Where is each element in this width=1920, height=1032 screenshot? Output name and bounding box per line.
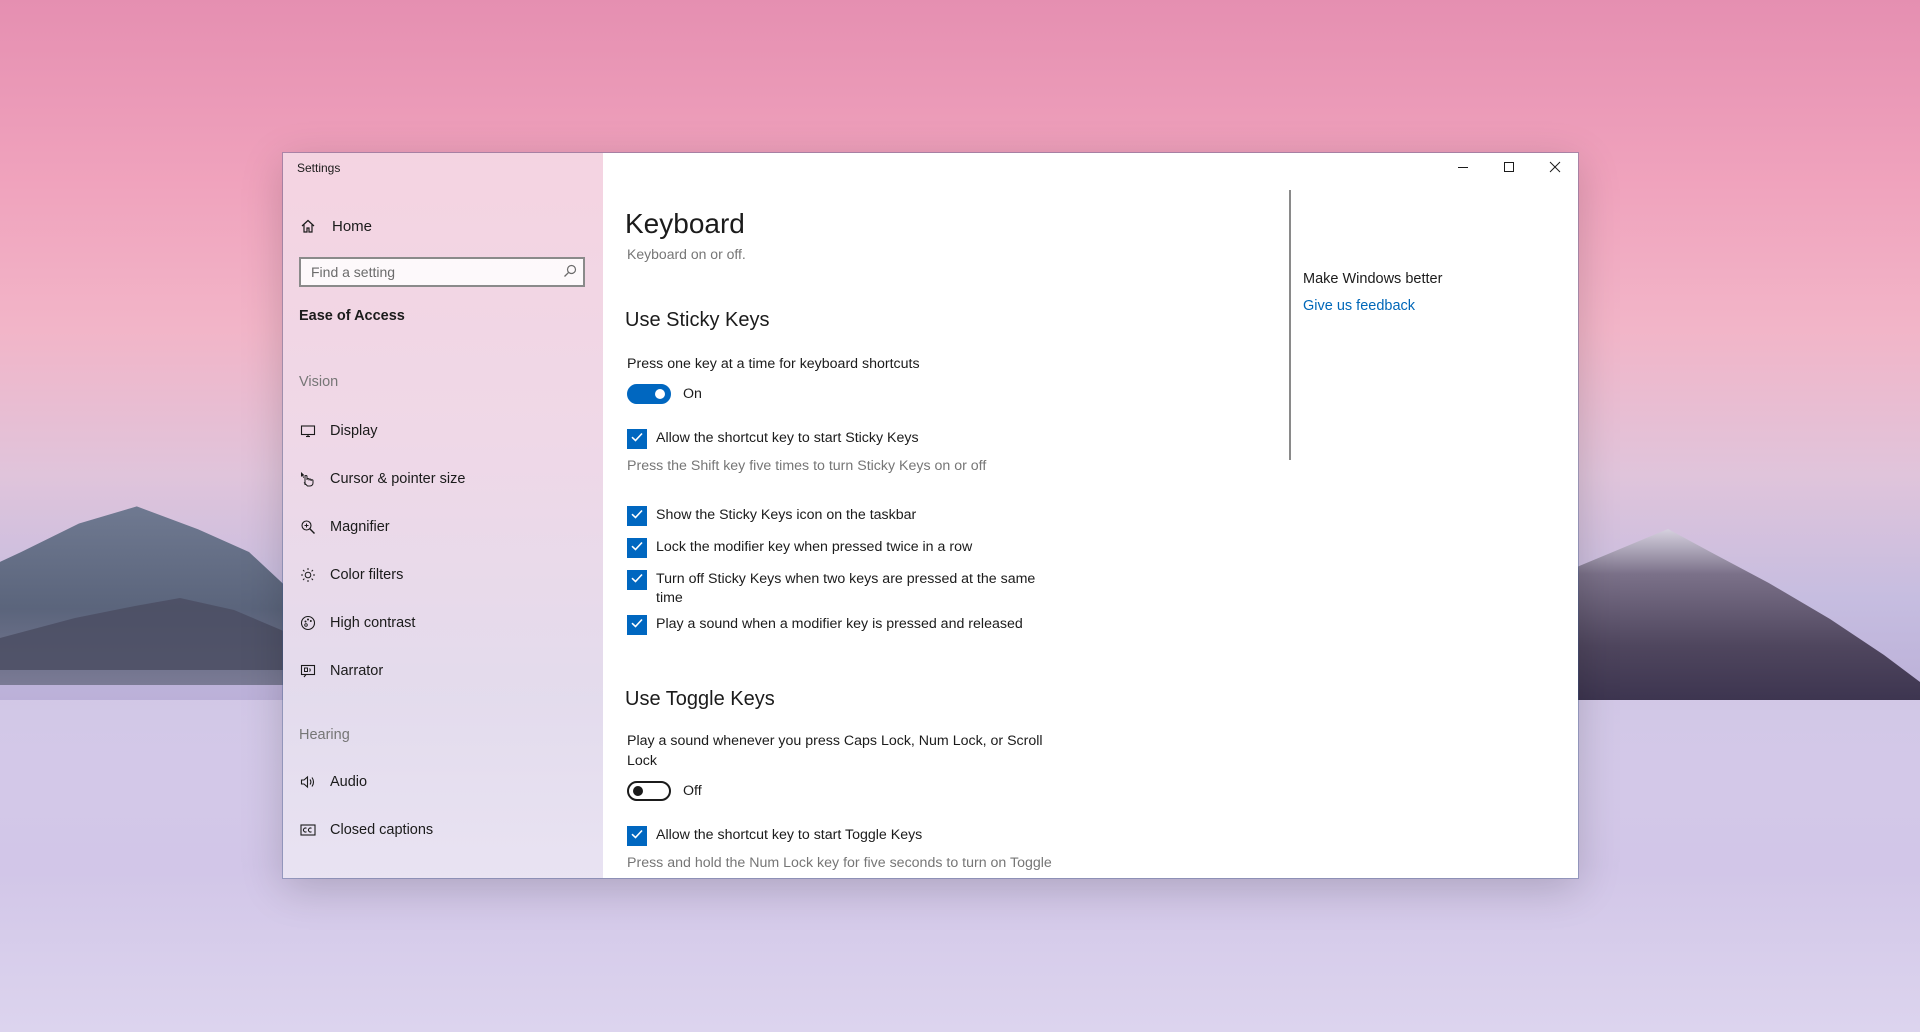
sidebar: Settings Home Ease of Access Vision Disp… [283,153,603,878]
checkmark-icon [630,616,644,635]
wallpaper-mountain-right [1560,529,1920,700]
checkmark-icon [630,571,644,590]
toggle-keys-toggle[interactable] [627,781,671,801]
sidebar-item-magnifier[interactable]: Magnifier [299,515,589,539]
sticky-keys-toggle[interactable] [627,384,671,404]
group-label-hearing: Hearing [299,727,350,743]
window-caption-buttons [1440,153,1578,185]
toggle-knob [655,389,665,399]
checkmark-icon [630,827,644,846]
sticky-option-lock-modifier: Lock the modifier key when pressed twice… [627,538,1087,558]
sticky-keys-toggle-row: On [627,384,702,404]
sticky-shortcut-label: Allow the shortcut key to start Sticky K… [656,430,919,446]
home-icon [299,217,317,235]
app-title: Settings [297,161,341,175]
search-icon[interactable] [563,264,577,283]
page-subtitle: Keyboard on or off. [627,246,746,262]
toggle-shortcut-checkbox[interactable] [627,826,647,846]
sidebar-item-color-filters[interactable]: Color filters [299,563,589,587]
toggle-keys-toggle-state: Off [683,783,702,799]
toggle-keys-description: Play a sound whenever you press Caps Loc… [627,733,1043,769]
sticky-taskbar-icon-checkbox[interactable] [627,506,647,526]
sticky-shortcut-hint: Press the Shift key five times to turn S… [627,458,987,474]
content-pane: Keyboard Keyboard on or off. Make Window… [603,153,1578,878]
sticky-turn-off-label: Turn off Sticky Keys when two keys are p… [656,571,1036,606]
maximize-icon [1503,160,1515,178]
sidebar-item-audio[interactable]: Audio [299,770,589,794]
sidebar-item-label: Narrator [330,663,384,679]
settings-window: Settings Home Ease of Access Vision Disp… [283,153,1578,878]
display-icon [299,422,317,440]
sticky-keys-heading: Use Sticky Keys [625,309,770,331]
high-contrast-icon [299,614,317,632]
sticky-turn-off-checkbox[interactable] [627,570,647,590]
magnifier-icon [299,518,317,536]
maximize-button[interactable] [1486,153,1532,185]
checkmark-icon [630,507,644,526]
sticky-option-taskbar-icon: Show the Sticky Keys icon on the taskbar [627,506,1087,526]
make-windows-better-heading: Make Windows better [1303,271,1443,287]
checkmark-icon [630,430,644,449]
search-input[interactable] [301,259,551,285]
sticky-taskbar-icon-label: Show the Sticky Keys icon on the taskbar [656,507,917,523]
related-panel: Make Windows better Give us feedback [1303,271,1442,314]
sidebar-item-display[interactable]: Display [299,419,589,443]
group-label-vision: Vision [299,374,339,390]
sticky-option-turn-off: Turn off Sticky Keys when two keys are p… [627,570,1087,608]
color-filters-icon [299,566,317,584]
sidebar-item-cursor-pointer-size[interactable]: Cursor & pointer size [299,467,589,491]
sticky-shortcut-option: Allow the shortcut key to start Sticky K… [627,429,1087,449]
sidebar-item-label: Display [330,423,378,439]
cursor-icon [299,470,317,488]
narrator-icon [299,662,317,680]
sidebar-item-narrator[interactable]: Narrator [299,659,589,683]
sidebar-item-label: Cursor & pointer size [330,471,466,487]
sticky-keys-toggle-state: On [683,386,702,402]
close-button[interactable] [1532,153,1578,185]
sticky-play-sound-label: Play a sound when a modifier key is pres… [656,616,1023,632]
closed-captions-icon [299,821,317,839]
sidebar-item-closed-captions[interactable]: Closed captions [299,818,589,842]
sticky-lock-modifier-label: Lock the modifier key when pressed twice… [656,539,973,555]
sidebar-item-label: Color filters [330,567,404,583]
toggle-shortcut-label: Allow the shortcut key to start Toggle K… [656,827,923,843]
sticky-option-play-sound: Play a sound when a modifier key is pres… [627,615,1087,635]
sidebar-item-label: Closed captions [330,822,434,838]
sidebar-item-label: Magnifier [330,519,390,535]
content-scrollbar[interactable] [1289,190,1291,460]
toggle-knob [633,786,643,796]
sidebar-item-label: Audio [330,774,368,790]
toggle-shortcut-hint: Press and hold the Num Lock key for five… [627,855,1052,871]
sidebar-item-high-contrast[interactable]: High contrast [299,611,589,635]
page-title: Keyboard [625,208,745,239]
toggle-keys-toggle-row: Off [627,781,702,801]
checkmark-icon [630,539,644,558]
close-icon [1549,160,1561,178]
give-feedback-link[interactable]: Give us feedback [1303,298,1442,314]
sticky-shortcut-checkbox[interactable] [627,429,647,449]
sticky-play-sound-checkbox[interactable] [627,615,647,635]
minimize-icon [1457,160,1469,178]
current-section-title: Ease of Access [299,308,405,324]
home-nav-item[interactable]: Home [299,215,372,237]
minimize-button[interactable] [1440,153,1486,185]
toggle-keys-heading: Use Toggle Keys [625,688,775,710]
toggle-shortcut-option: Allow the shortcut key to start Toggle K… [627,826,1087,846]
sidebar-item-label: High contrast [330,615,416,631]
search-box[interactable] [299,257,585,287]
sticky-keys-description: Press one key at a time for keyboard sho… [627,356,920,372]
home-label: Home [332,217,373,235]
audio-icon [299,773,317,791]
sticky-lock-modifier-checkbox[interactable] [627,538,647,558]
